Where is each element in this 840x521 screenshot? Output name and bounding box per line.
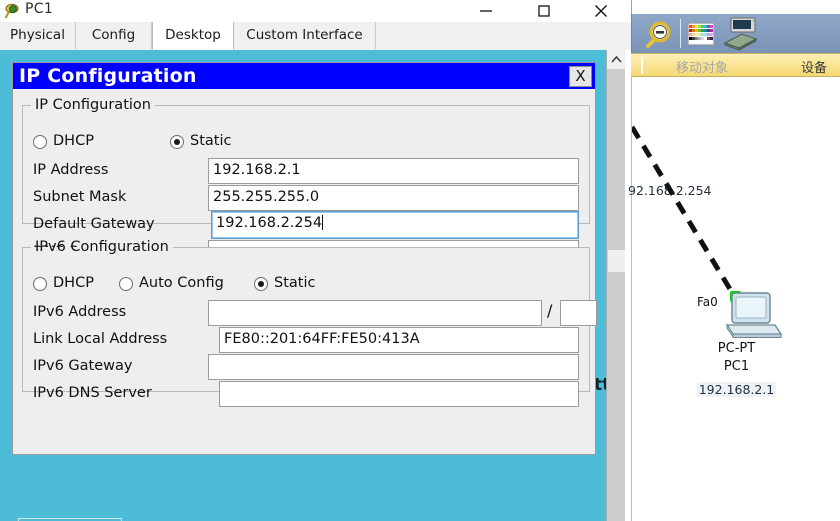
device-icon[interactable] [722,17,758,55]
radio-dot-selected [170,135,184,149]
ipv6-group-legend: IPv6 Configuration [35,239,169,255]
prefix-separator: / [547,301,553,320]
radio-dot [33,135,47,149]
scroll-up-icon[interactable] [607,50,626,69]
ipv6-address-label: IPv6 Address [33,304,127,320]
close-button[interactable] [578,0,624,22]
dialog-titlebar: IP Configuration X [13,63,595,89]
window-title: PC1 [25,1,54,17]
radio-dot [119,277,133,291]
ip-address-input[interactable]: 192.168.2.1 [208,158,579,184]
toolbar-separator [680,19,681,48]
ipv4-group-legend: IP Configuration [35,97,151,113]
ipv4-configuration-group: IP Configuration DHCP Static IP Address … [22,97,590,266]
zoom-out-icon[interactable] [642,19,674,53]
ipv6-static-label: Static [274,275,316,291]
ipv6-dns-server-input[interactable] [219,381,579,407]
tab-physical[interactable]: Physical [0,22,76,49]
ipv6-prefix-input[interactable] [560,300,597,326]
status-move-object-label: 移动对象 [676,61,729,76]
tab-strip-filler [376,22,631,49]
ipv6-gateway-input[interactable] [208,354,579,380]
tab-custom-interface[interactable]: Custom Interface [234,22,376,49]
node-name-label: PC1 [723,359,750,374]
ip-address-label: IP Address [33,162,109,178]
node-ip-label: 192.168.2.1 [632,382,840,397]
ipv4-static-label: Static [190,133,232,149]
ip-configuration-dialog: IP Configuration X IP Configuration DHCP… [12,62,597,455]
pc-node-icon[interactable] [724,292,784,340]
desktop-scrollbar[interactable] [606,50,626,521]
ipv6-configuration-group: IPv6 Configuration DHCP Auto Config Stat… [22,239,597,407]
minimize-button[interactable] [463,0,509,22]
topology-canvas[interactable]: 92.168.2.254 Fa0 PC-PT PC1 192.168.2.1 [628,77,840,521]
maximize-button[interactable] [521,0,567,22]
status-bar-separator [641,57,643,74]
default-gateway-label: Default Gateway [33,216,155,232]
packet-tracer-main-window: 移动对象 设备 92.168.2.254 Fa0 PC-PT PC1 192.1… [628,0,840,521]
inspect-magnifier-icon [4,2,22,20]
ipv6-auto-config-label: Auto Config [139,275,224,291]
tab-strip: Physical Config Desktop Custom Interface [0,22,631,51]
node-ip-value: 192.168.2.1 [696,382,777,397]
node-model-label: PC-PT [717,341,756,356]
interface-label-fa0: Fa0 [697,295,718,309]
dialog-title: IP Configuration [19,65,197,87]
ipv6-gateway-label: IPv6 Gateway [33,358,133,374]
tab-config[interactable]: Config [76,22,152,49]
link-local-address-label: Link Local Address [33,331,168,347]
text-caret [322,215,324,230]
dialog-close-button[interactable]: X [569,66,592,87]
pc1-window: PC1 Physical Config Desktop Custom Inter… [0,0,631,521]
window-titlebar: PC1 [0,0,631,22]
radio-dot-selected [254,277,268,291]
scrollbar-thumb[interactable] [608,250,625,272]
tab-desktop[interactable]: Desktop [152,22,234,50]
ipv6-dhcp-label: DHCP [53,275,94,291]
ipv6-dns-server-label: IPv6 DNS Server [33,385,152,401]
default-gateway-value: 192.168.2.254 [216,215,323,231]
status-bar: 移动对象 设备 [631,53,840,77]
ipv6-address-input[interactable] [208,300,542,326]
right-toolbar [631,14,840,53]
right-top-strip [631,0,840,14]
default-gateway-input[interactable]: 192.168.2.254 [211,211,579,239]
subnet-mask-label: Subnet Mask [33,189,127,205]
ipv4-dhcp-label: DHCP [53,133,94,149]
palette-icon[interactable] [687,22,715,49]
radio-dot [33,277,47,291]
status-device-label: 设备 [801,61,828,76]
link-local-address-input[interactable]: FE80::201:64FF:FE50:413A [219,327,579,353]
subnet-mask-input[interactable]: 255.255.255.0 [208,185,579,211]
